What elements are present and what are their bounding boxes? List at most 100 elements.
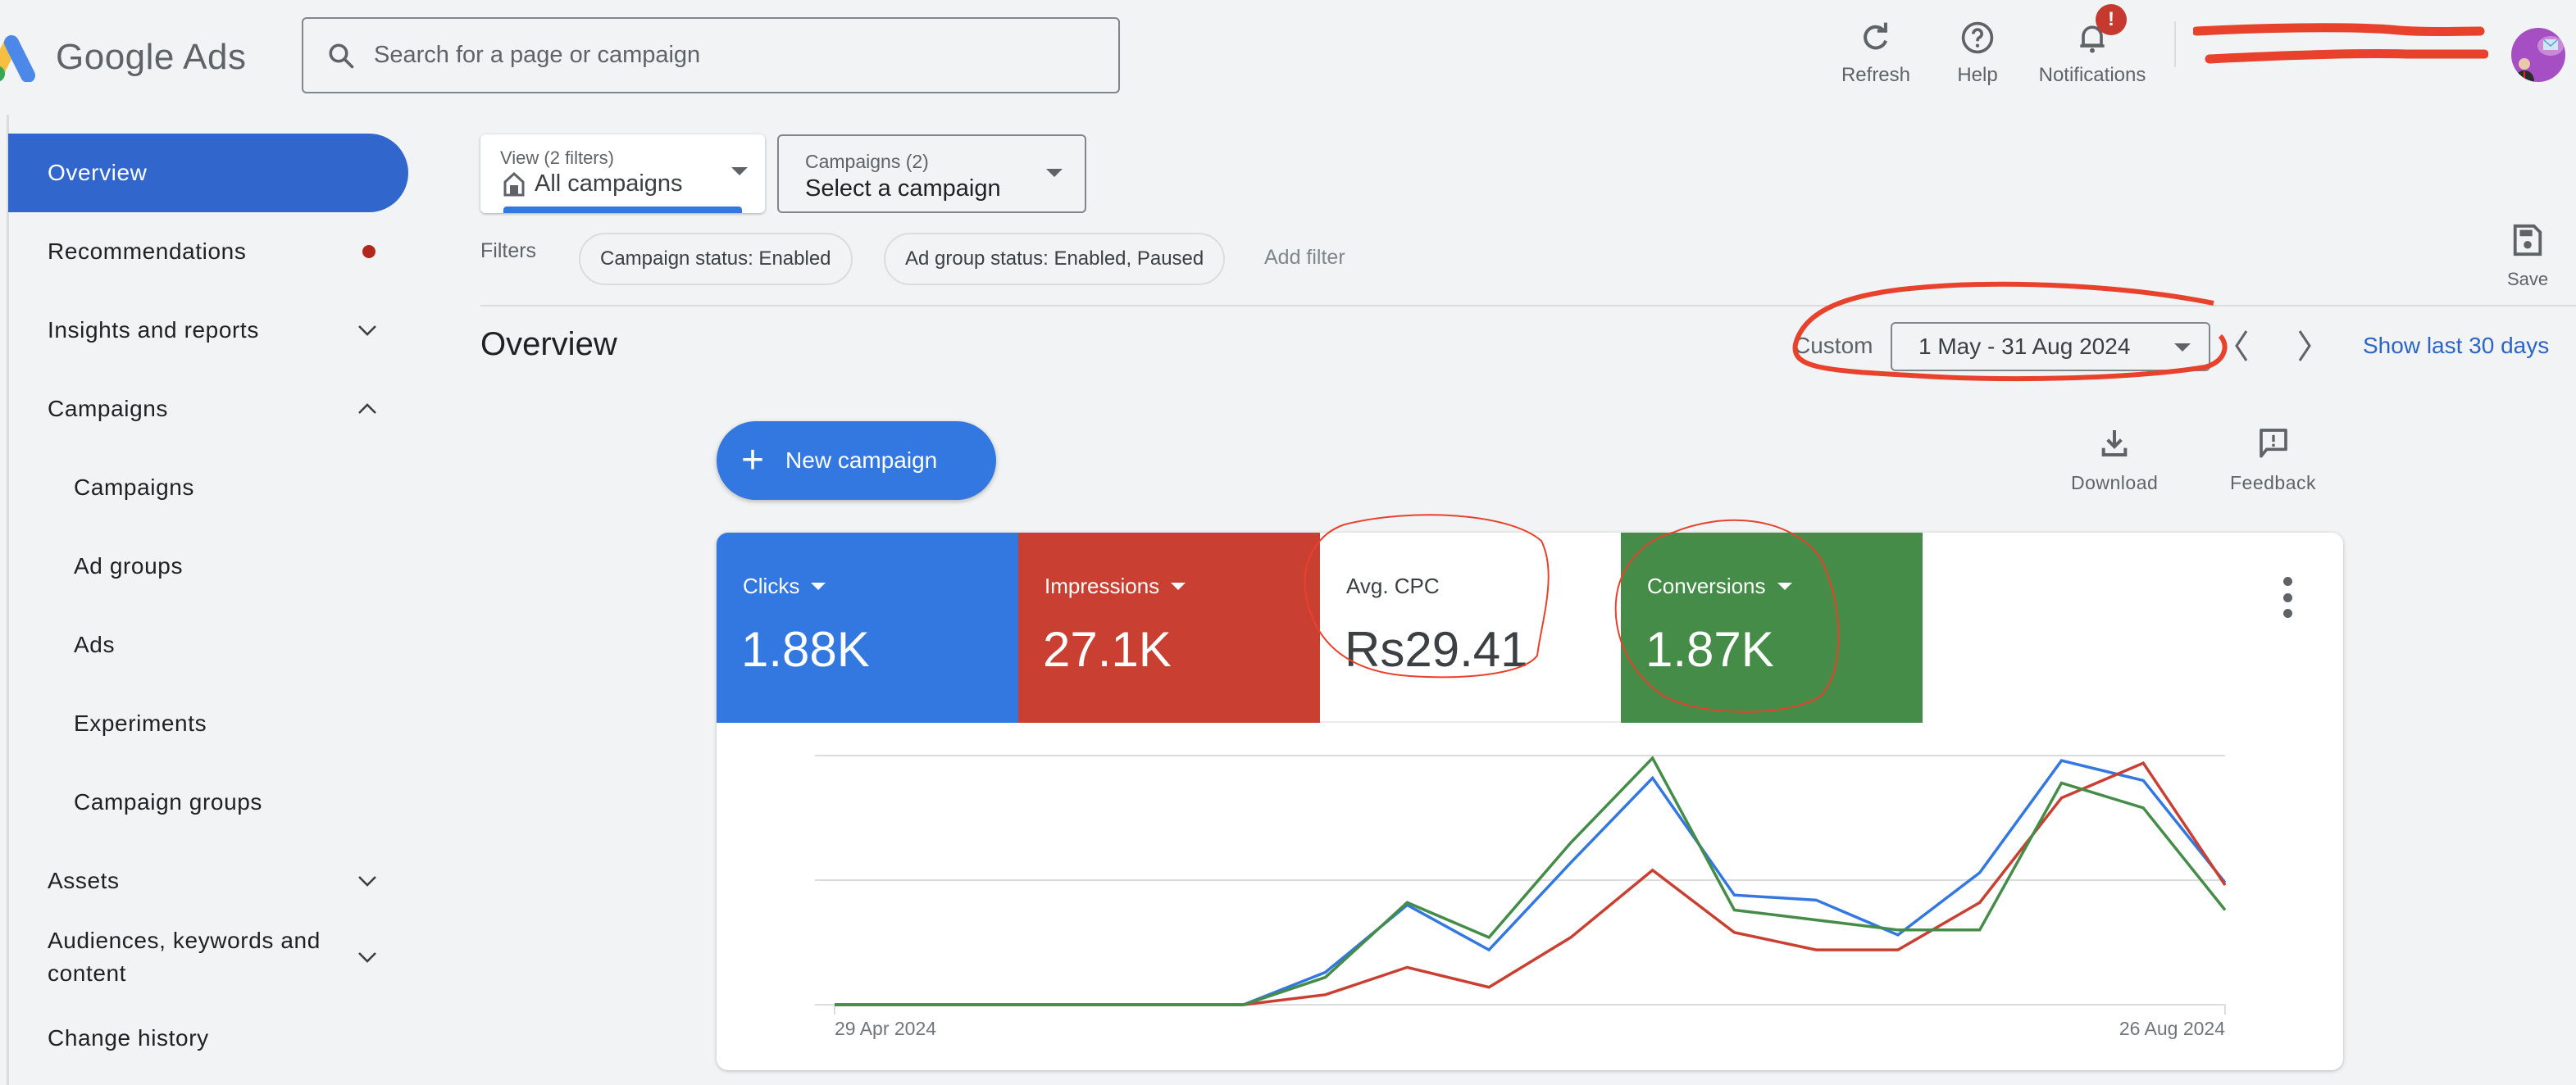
sidebar-item-label: Campaigns [74, 474, 195, 500]
sidebar-item-overview[interactable]: Overview [8, 134, 408, 212]
sidebar-item-campaigns[interactable]: Campaigns [8, 370, 408, 448]
help-button[interactable]: Help [1945, 8, 2010, 87]
plus-icon: + [741, 438, 765, 482]
next-period-button[interactable] [2293, 328, 2318, 364]
google-ads-logo-icon [0, 35, 35, 82]
page-title: Overview [480, 326, 617, 362]
caret-down-icon[interactable] [1171, 583, 1186, 590]
sidebar-item-assets[interactable]: Assets [8, 842, 408, 920]
add-filter-link[interactable]: Add filter [1264, 246, 1345, 270]
filters-label: Filters [480, 239, 537, 262]
sidebar-item-label: Change history [48, 1025, 209, 1051]
sidebar-item-label: Campaign groups [74, 789, 263, 815]
metric-label-row: Impressions [1045, 574, 1186, 599]
show-last-30-days-link[interactable]: Show last 30 days [2363, 333, 2549, 359]
date-range-type: Custom [1794, 333, 1873, 358]
metric-value: 1.88K [741, 622, 870, 677]
download-icon [2101, 430, 2128, 456]
caret-down-icon[interactable] [811, 583, 826, 590]
search-box[interactable] [302, 17, 1120, 93]
view-active-indicator [503, 207, 742, 213]
more-options-icon[interactable] [2279, 577, 2296, 618]
caret-down-icon [2174, 343, 2191, 352]
chip-label: Ad group status: Enabled, Paused [905, 247, 1204, 270]
metric-tile-conversions[interactable]: Conversions 1.87K [1621, 533, 1923, 723]
x-tick-label: 29 Apr 2024 [835, 1018, 936, 1039]
download-button[interactable]: Download [2071, 426, 2158, 494]
metric-tile-impressions[interactable]: Impressions 27.1K [1018, 533, 1320, 723]
sidebar-item-insights-and-reports[interactable]: Insights and reports [8, 291, 408, 370]
header-divider [2174, 21, 2176, 67]
view-value: All campaigns [535, 170, 683, 197]
account-avatar[interactable] [2511, 28, 2565, 82]
sidebar-item-campaign-groups[interactable]: Campaign groups [8, 763, 408, 842]
filter-chip-campaign-status[interactable]: Campaign status: Enabled [579, 233, 853, 285]
metric-tile-clicks[interactable]: Clicks 1.88K [717, 533, 1018, 723]
metric-value: 27.1K [1043, 622, 1172, 677]
date-range-value: 1 May - 31 Aug 2024 [1918, 334, 2131, 359]
previous-period-button[interactable] [2228, 328, 2253, 364]
notifications-button[interactable]: Notifications [2028, 8, 2156, 87]
sidebar-item-change-history[interactable]: Change history [8, 999, 408, 1078]
notifications-label: Notifications [2038, 64, 2146, 86]
search-input[interactable] [374, 42, 1030, 69]
caret-down-icon [731, 167, 748, 175]
view-caption: View (2 filters) [500, 148, 614, 168]
refresh-label: Refresh [1841, 64, 1911, 86]
chevron-up-icon[interactable] [356, 401, 379, 417]
x-tick-label: 26 Aug 2024 [2119, 1018, 2225, 1039]
metric-label: Clicks [743, 574, 800, 598]
chevron-down-icon[interactable] [356, 873, 379, 889]
help-label: Help [1957, 64, 1998, 86]
save-button[interactable]: Save [2507, 223, 2548, 290]
series-line-impressions[interactable] [835, 760, 2227, 1006]
feedback-button[interactable]: Feedback [2230, 426, 2316, 494]
chevron-down-icon[interactable] [356, 949, 379, 965]
save-icon [2513, 224, 2542, 256]
redaction-marks [2191, 23, 2489, 64]
metric-label: Impressions [1045, 574, 1160, 598]
refresh-icon [1864, 22, 1888, 50]
metric-tile-avg-cpc[interactable]: Avg. CPC Rs29.41 [1320, 533, 1622, 723]
google-ads-logo[interactable]: Google Ads [0, 25, 247, 90]
home-icon [503, 171, 525, 196]
series-line-clicks[interactable] [835, 759, 2227, 1006]
sidebar-item-ad-groups[interactable]: Ad groups [8, 527, 408, 606]
campaign-selector-caption: Campaigns (2) [805, 151, 929, 172]
chevron-down-icon[interactable] [356, 322, 379, 338]
campaign-selector[interactable]: Campaigns (2) Select a campaign [777, 134, 1086, 213]
performance-chart: 29 Apr 2024 26 Aug 2024 [815, 755, 2227, 1039]
sidebar-item-campaigns-sub[interactable]: Campaigns [8, 448, 408, 527]
filter-chip-ad-group-status[interactable]: Ad group status: Enabled, Paused [884, 233, 1226, 285]
sidebar-item-audiences-keywords-content[interactable]: Audiences, keywords and content [8, 912, 408, 1002]
date-range-picker[interactable]: 1 May - 31 Aug 2024 [1891, 322, 2210, 371]
new-campaign-button[interactable]: + New campaign [717, 421, 996, 500]
campaign-selector-value: Select a campaign [805, 175, 1001, 202]
caret-down-icon [1046, 169, 1063, 177]
notification-dot-icon [362, 245, 375, 258]
caret-down-icon[interactable] [1777, 583, 1792, 590]
sidebar-item-ads[interactable]: Ads [8, 606, 408, 684]
sidebar-item-label: Audiences, keywords and content [48, 928, 321, 986]
toolbar-divider [480, 305, 2576, 306]
avatar-image [2515, 36, 2564, 82]
series-line-conversions[interactable] [835, 756, 2227, 1006]
sidebar-item-label: Ad groups [74, 553, 184, 579]
sidebar-item-experiments[interactable]: Experiments [8, 684, 408, 763]
metric-label-row: Conversions [1647, 574, 1792, 599]
sidebar-item-label: Experiments [74, 710, 207, 736]
sidebar-item-recommendations[interactable]: Recommendations [8, 212, 408, 291]
metric-value: 1.87K [1645, 622, 1774, 677]
notification-badge: ! [2096, 4, 2127, 35]
account-info-redacted[interactable] [2191, 23, 2489, 72]
metric-label: Avg. CPC [1346, 574, 1440, 598]
feedback-icon [2259, 429, 2287, 458]
metric-label-row: Clicks [743, 574, 826, 599]
metric-label-row: Avg. CPC [1346, 574, 1440, 599]
metric-label: Conversions [1647, 574, 1766, 598]
help-icon [1961, 21, 1994, 54]
refresh-button[interactable]: Refresh [1840, 8, 1912, 87]
search-icon [329, 43, 354, 68]
sidebar-item-label: Insights and reports [48, 317, 259, 343]
view-selector[interactable]: View (2 filters) All campaigns [480, 134, 765, 213]
